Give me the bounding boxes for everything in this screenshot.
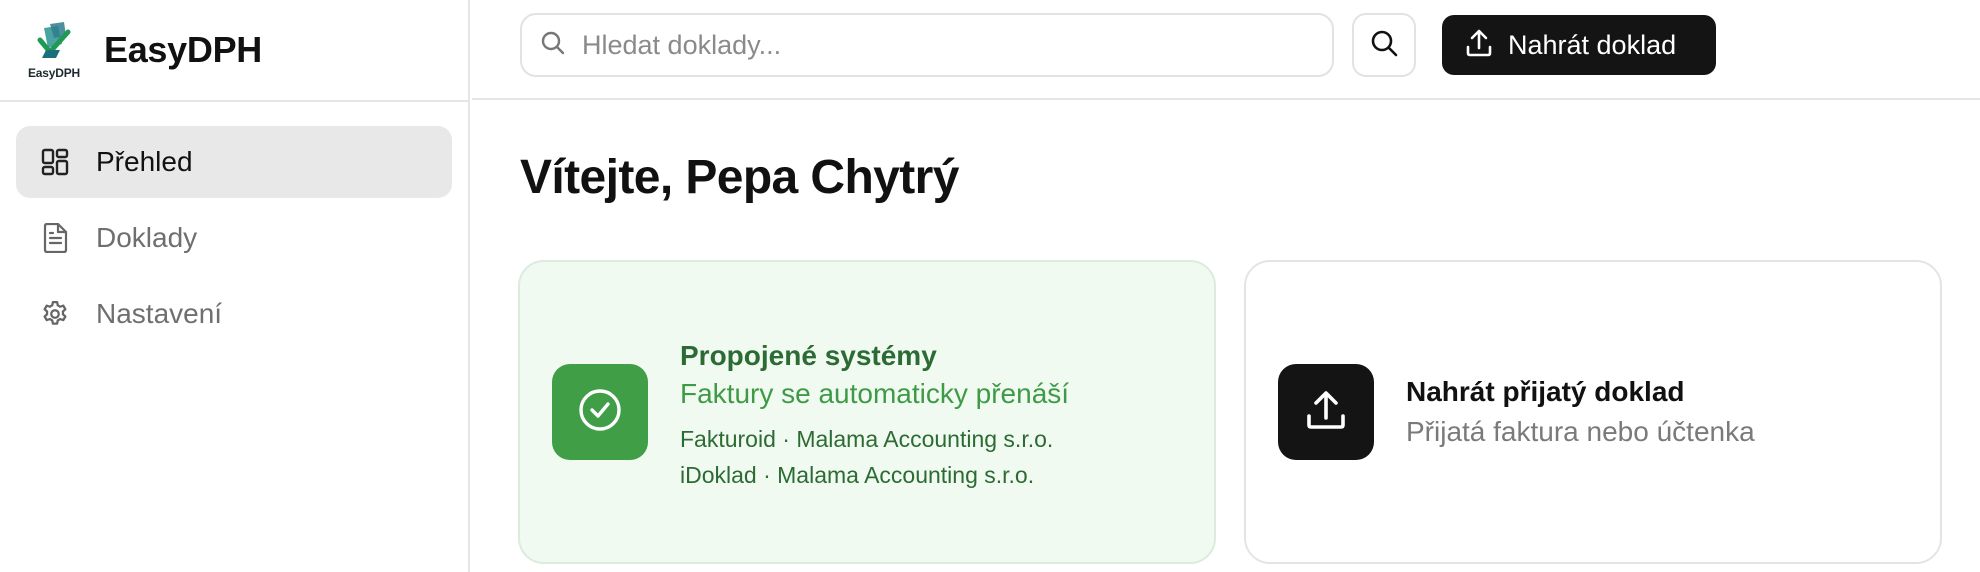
card-icon-container: [1278, 364, 1374, 460]
upload-document-button[interactable]: Nahrát doklad: [1442, 15, 1716, 75]
sidebar-nav: Přehled Doklady Nastavení: [0, 102, 468, 350]
sidebar: EasyDPH EasyDPH Přehled Doklady Nastaven…: [0, 0, 470, 572]
sidebar-item-label: Doklady: [96, 222, 198, 253]
upload-icon: [1302, 386, 1350, 439]
logo-text: EasyDPH: [28, 66, 80, 80]
connected-systems-card[interactable]: Propojené systémy Faktury se automaticky…: [518, 260, 1216, 564]
check-circle-icon: [576, 386, 624, 439]
search-icon: [540, 30, 566, 61]
easydph-logo: EasyDPH: [26, 22, 84, 80]
sidebar-item-doklady[interactable]: Doklady: [16, 202, 452, 274]
sidebar-item-label: Přehled: [96, 146, 193, 177]
sidebar-item-prehled[interactable]: Přehled: [16, 126, 452, 198]
upload-received-document-card[interactable]: Nahrát přijatý doklad Přijatá faktura ne…: [1244, 260, 1942, 564]
sidebar-item-nastaveni[interactable]: Nastavení: [16, 278, 452, 350]
document-icon: [40, 223, 70, 253]
search-box[interactable]: [520, 13, 1334, 77]
search-icon: [1369, 28, 1399, 63]
card-subtitle: Faktury se automaticky přenáší: [680, 378, 1070, 409]
app-name: EasyDPH: [104, 29, 262, 70]
top-bar: Nahrát doklad: [472, 0, 1980, 100]
connection-item: iDoklad · Malama Accounting s.r.o.: [680, 462, 1035, 488]
brand[interactable]: EasyDPH EasyDPH: [0, 0, 468, 102]
sidebar-item-label: Nastavení: [96, 298, 223, 329]
card-subtitle: Přijatá faktura nebo účtenka: [1406, 416, 1755, 447]
card-title: Propojené systémy: [680, 340, 937, 371]
card-icon-container: [552, 364, 648, 460]
search-button[interactable]: [1352, 13, 1416, 77]
search-input[interactable]: [582, 29, 1282, 61]
page-title: Vítejte, Pepa Chytrý: [520, 151, 959, 204]
gear-icon: [40, 299, 70, 329]
card-title: Nahrát přijatý doklad: [1406, 376, 1685, 407]
dashboard-grid-icon: [40, 147, 70, 177]
upload-icon: [1464, 28, 1494, 63]
connection-item: Fakturoid · Malama Accounting s.r.o.: [680, 426, 1054, 452]
upload-button-label: Nahrát doklad: [1508, 29, 1677, 60]
